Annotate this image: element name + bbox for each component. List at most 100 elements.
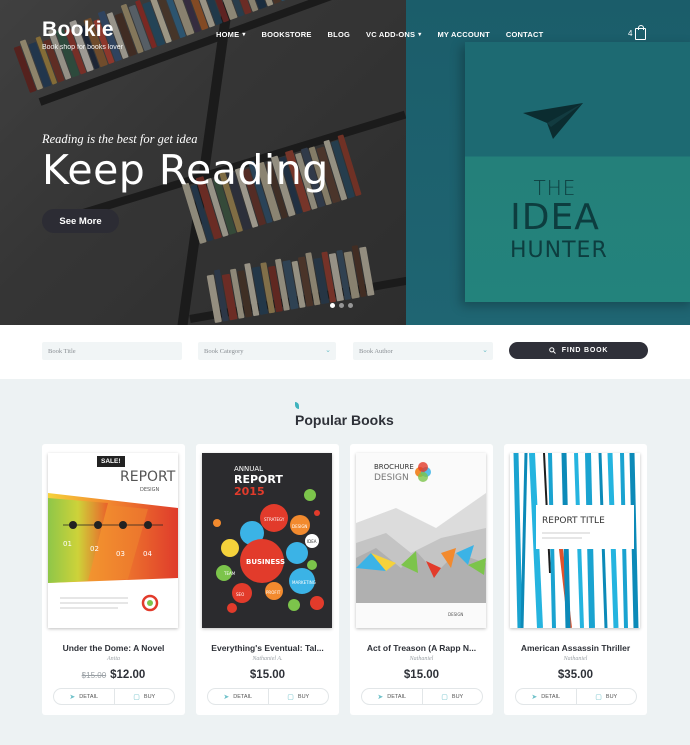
chevron-down-icon: ⌄ xyxy=(482,346,488,354)
buy-button[interactable]: ▢ Buy xyxy=(113,689,175,704)
svg-text:02: 02 xyxy=(90,545,99,553)
main-nav: Home ▾ Bookstore Blog VC Add-ons ▾ My Acco… xyxy=(216,30,559,39)
nav-item-label: VC Add-ons xyxy=(366,30,416,39)
paper-plane-icon: ➤ xyxy=(223,693,230,701)
book-title[interactable]: Act of Treason (A Rapp N... xyxy=(350,643,493,653)
nav-item-label: Contact xyxy=(505,30,544,39)
detail-button[interactable]: ➤ Detail xyxy=(516,689,576,704)
nav-item-blog[interactable]: Blog xyxy=(328,30,350,39)
hero-title: Keep Reading xyxy=(42,146,329,194)
paper-plane-icon: ➤ xyxy=(377,693,384,701)
book-author: Nathaniel xyxy=(563,656,588,662)
cover-text: BROCHURE xyxy=(374,463,414,471)
book-title[interactable]: Under the Dome: A Novel xyxy=(42,643,185,653)
detail-button[interactable]: ➤ Detail xyxy=(362,689,422,704)
book-price: $15.00 xyxy=(350,669,493,681)
buy-label: Buy xyxy=(143,693,156,700)
buy-label: Buy xyxy=(451,693,464,700)
book-title[interactable]: Everything's Eventual: Tal... xyxy=(196,643,339,653)
nav-item-home[interactable]: Home ▾ xyxy=(216,30,246,39)
book-author-select[interactable]: Book Author ⌄ xyxy=(353,342,493,360)
cover-text: REPORT TITLE xyxy=(542,516,605,526)
book-cover-image[interactable]: 01 02 03 04 REPORT DESIGN xyxy=(48,453,178,628)
book-card[interactable]: REPORT TITLE American Assassin Thriller … xyxy=(504,444,647,715)
svg-text:03: 03 xyxy=(116,550,125,558)
paper-plane-icon xyxy=(523,103,583,139)
nav-item-contact[interactable]: Contact xyxy=(506,30,544,39)
book-cover-image[interactable]: REPORT TITLE xyxy=(510,453,640,628)
search-icon xyxy=(548,347,556,354)
book-cover-image[interactable]: ANNUAL REPORT 2015 BUSINESS STRATEGY DES… xyxy=(202,453,332,628)
cover-text: DESIGN xyxy=(140,487,160,493)
brand-logo[interactable]: Bookie Book shop for books lover xyxy=(42,18,123,51)
book-card[interactable]: ANNUAL REPORT 2015 BUSINESS STRATEGY DES… xyxy=(196,444,339,715)
book-category-placeholder: Book Category xyxy=(204,347,244,355)
slider-dot[interactable] xyxy=(348,303,353,308)
book-cover-line: IDEA xyxy=(510,197,600,238)
see-more-button[interactable]: See More xyxy=(42,209,119,233)
detail-label: Detail xyxy=(541,693,561,700)
section-title: Popular Books xyxy=(295,412,394,428)
cover-text: SEO xyxy=(236,592,244,597)
book-title-input[interactable]: Book Title xyxy=(42,342,182,360)
cover-text: PROFIT xyxy=(266,590,281,595)
buy-button[interactable]: ▢ Buy xyxy=(421,689,483,704)
shopping-bag-icon: ▢ xyxy=(441,693,448,701)
book-price: $15.00 xyxy=(196,669,339,681)
shopping-bag-icon: ▢ xyxy=(287,693,294,701)
svg-text:01: 01 xyxy=(63,540,72,548)
sale-badge: SALE! xyxy=(97,456,125,467)
paper-plane-icon: ➤ xyxy=(531,693,538,701)
detail-button[interactable]: ➤ Detail xyxy=(208,689,268,704)
detail-label: Detail xyxy=(387,693,407,700)
paper-plane-icon: ➤ xyxy=(69,693,76,701)
buy-label: Buy xyxy=(297,693,310,700)
nav-item-my-account[interactable]: My Account xyxy=(437,30,489,39)
book-cover-image[interactable]: BROCHURE DESIGN DESIGN xyxy=(356,453,486,628)
buy-button[interactable]: ▢ Buy xyxy=(267,689,329,704)
book-price: $15.00 $12.00 xyxy=(42,669,185,681)
book-author-placeholder: Book Author xyxy=(359,347,393,355)
find-book-button[interactable]: FIND BOOK xyxy=(509,342,648,359)
slider-dot[interactable] xyxy=(330,303,335,308)
slider-dot[interactable] xyxy=(339,303,344,308)
shopping-bag-icon: ▢ xyxy=(595,693,602,701)
shopping-bag-icon xyxy=(635,25,647,40)
cover-text: STRATEGY xyxy=(264,517,285,522)
shopping-bag-icon: ▢ xyxy=(133,693,140,701)
book-author: Nathaniel A. xyxy=(252,656,283,662)
book-title-placeholder: Book Title xyxy=(48,347,76,355)
book-title[interactable]: American Assassin Thriller xyxy=(504,643,647,653)
detail-label: Detail xyxy=(233,693,253,700)
cart-button[interactable]: 4 xyxy=(628,25,647,40)
book-author: Nathaniel xyxy=(409,656,434,662)
book-search-bar: Book Title Book Category ⌄ Book Author ⌄ F… xyxy=(0,325,690,379)
book-category-select[interactable]: Book Category ⌄ xyxy=(198,342,336,360)
current-price: $15.00 xyxy=(249,669,286,681)
nav-item-vc-addons[interactable]: VC Add-ons ▾ xyxy=(366,30,421,39)
nav-item-bookstore[interactable]: Bookstore xyxy=(262,30,312,39)
current-price: $35.00 xyxy=(557,669,594,681)
cover-text: IDEA xyxy=(307,539,317,544)
cover-text: REPORT xyxy=(120,469,176,485)
chevron-down-icon: ⌄ xyxy=(325,346,331,354)
brand-name: Bookie xyxy=(42,18,114,41)
cover-text: MARKETING xyxy=(292,580,316,585)
book-author: Anita xyxy=(107,656,120,662)
cover-text: 2015 xyxy=(234,485,265,498)
nav-item-label: My Account xyxy=(437,30,490,39)
book-card[interactable]: BROCHURE DESIGN DESIGN Act of Treason (A… xyxy=(350,444,493,715)
detail-button[interactable]: ➤ Detail xyxy=(54,689,114,704)
hero-subtitle: Reading is the best for get idea xyxy=(42,132,198,146)
buy-label: Buy xyxy=(605,693,618,700)
card-actions: ➤ Detail ▢ Buy xyxy=(361,688,483,705)
book-price: $35.00 xyxy=(504,669,647,681)
cart-count: 4 xyxy=(628,28,633,38)
detail-label: Detail xyxy=(79,693,99,700)
book-card[interactable]: 01 02 03 04 REPORT DESIGN SALE! Under the D… xyxy=(42,444,185,715)
cover-text: ANNUAL xyxy=(234,465,263,473)
buy-button[interactable]: ▢ Buy xyxy=(575,689,637,704)
cover-text: BUSINESS xyxy=(246,558,285,566)
current-price: $12.00 xyxy=(110,669,146,681)
cover-text: DESIGN xyxy=(292,524,307,529)
